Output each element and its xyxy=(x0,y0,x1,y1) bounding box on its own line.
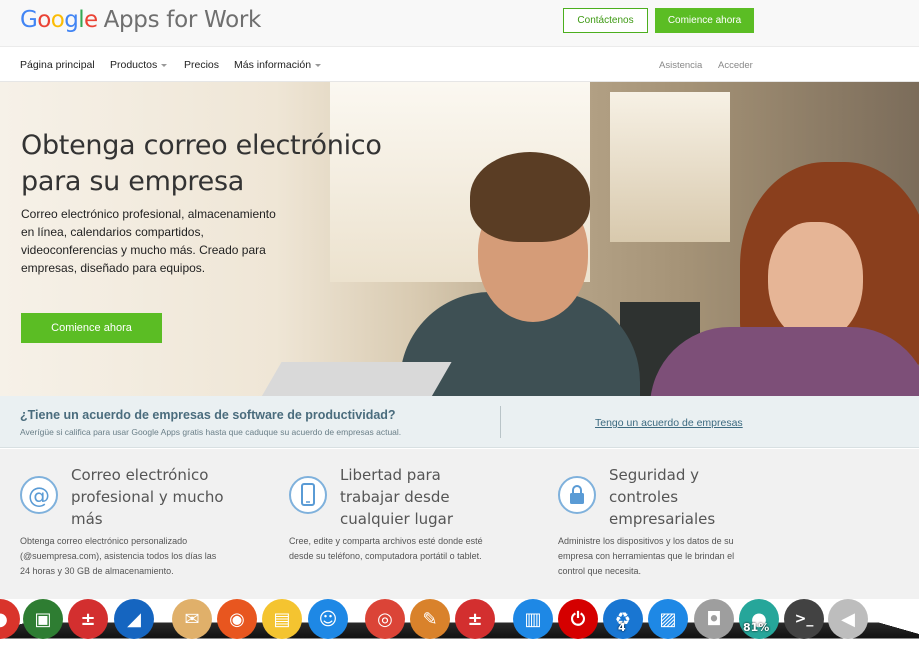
contact-button[interactable]: Contáctenos xyxy=(563,8,648,33)
hero-title-line: Obtenga correo electrónico xyxy=(21,130,382,161)
hero-start-button[interactable]: Comience ahora xyxy=(21,313,162,343)
nav-item-label: Página principal xyxy=(20,59,95,71)
feature-description: Cree, edite y comparta archivos esté don… xyxy=(289,536,483,561)
hero-title: Obtenga correo electrónico para su empre… xyxy=(21,128,441,200)
nav-item-more-info[interactable]: Más información xyxy=(234,59,322,71)
nav-item-home[interactable]: Página principal xyxy=(20,59,95,71)
image-viewer-icon[interactable]: ▣ xyxy=(23,599,63,639)
hero-title-line: para su empresa xyxy=(21,166,244,197)
window-light xyxy=(610,92,730,242)
globe-percent-badge: 81% xyxy=(743,621,770,634)
sign-in-link[interactable]: Acceder xyxy=(718,60,753,71)
support-link[interactable]: Asistencia xyxy=(659,60,702,71)
agreement-link[interactable]: Tengo un acuerdo de empresas xyxy=(595,417,743,429)
start-now-button[interactable]: Comience ahora xyxy=(655,8,754,33)
agreement-banner: ¿Tiene un acuerdo de empresas de softwar… xyxy=(0,396,919,448)
speaker-icon[interactable]: ◀ xyxy=(828,599,868,639)
nav-item-label: Productos xyxy=(110,59,158,71)
hero-description: Correo electrónico profesional, almacena… xyxy=(21,207,276,275)
notes-icon[interactable]: ✎ xyxy=(410,599,450,639)
man-hair xyxy=(470,152,590,242)
nav-item-pricing[interactable]: Precios xyxy=(184,59,219,71)
calculator-2-icon[interactable]: ± xyxy=(455,599,495,639)
chat-icon[interactable]: ☺ xyxy=(308,599,348,639)
nav-item-label: Precios xyxy=(184,59,220,71)
top-header: Google Apps for Work Contáctenos Comience… xyxy=(0,0,919,47)
files-icon[interactable]: ▤ xyxy=(262,599,302,639)
folder-icon[interactable]: ▥ xyxy=(513,599,553,639)
logo-letter: o xyxy=(50,7,65,33)
calculator-icon[interactable]: ± xyxy=(68,599,108,639)
terminal-icon[interactable]: >_ xyxy=(784,599,824,639)
chevron-down-icon xyxy=(161,63,168,67)
svg-text:@: @ xyxy=(28,484,50,509)
feature-title: Correo electrónico profesional y mucho m… xyxy=(71,466,224,528)
laptop xyxy=(258,362,452,396)
trash-count-badge: 4 xyxy=(618,621,626,634)
agreement-subtitle: Averígüe si califica para usar Google Ap… xyxy=(20,427,402,437)
hero-banner: Obtenga correo electrónico para su empre… xyxy=(0,82,919,396)
tool-icon[interactable]: ◢ xyxy=(114,599,154,639)
logo-letter: g xyxy=(64,7,79,33)
phone-icon xyxy=(289,476,327,514)
chrome-icon[interactable]: ◎ xyxy=(365,599,405,639)
mail-icon[interactable]: ✉ xyxy=(172,599,212,639)
features-section: @ Correo electrónico profesional y mucho… xyxy=(0,449,919,599)
feature-title: Seguridad y controles empresariales xyxy=(609,466,716,528)
power-icon[interactable]: ⏻ xyxy=(558,599,598,639)
feature-description: Obtenga correo electrónico personalizado… xyxy=(20,536,217,576)
agreement-question: ¿Tiene un acuerdo de empresas de softwar… xyxy=(20,408,396,422)
divider xyxy=(500,406,501,438)
woman-face xyxy=(768,222,863,342)
feature-title: Libertad para trabajar desde cualquier l… xyxy=(340,466,454,528)
woman-figure xyxy=(650,327,919,396)
camera-icon[interactable]: ◘ xyxy=(694,599,734,639)
product-name: Apps for Work xyxy=(103,7,262,33)
logo-letter: o xyxy=(37,7,51,33)
pictures-icon[interactable]: ▨ xyxy=(648,599,688,639)
firefox-icon[interactable]: ◉ xyxy=(217,599,257,639)
logo-letter: e xyxy=(84,7,98,33)
desktop-dock: ●▣±◢✉◉▤☺◎✎±▥⏻♻▨◘●>_◀481% xyxy=(0,599,919,652)
main-nav: Página principal Productos Precios Más i… xyxy=(0,47,919,82)
feature-description: Administre los dispositivos y los datos … xyxy=(558,536,735,576)
logo-letter: G xyxy=(20,7,38,33)
chevron-down-icon xyxy=(315,63,322,67)
lock-icon xyxy=(558,476,596,514)
nav-item-label: Más información xyxy=(234,59,312,71)
nav-item-products[interactable]: Productos xyxy=(110,59,168,71)
google-apps-logo[interactable]: Google Apps for Work xyxy=(20,7,261,33)
at-sign-icon: @ xyxy=(20,476,58,514)
